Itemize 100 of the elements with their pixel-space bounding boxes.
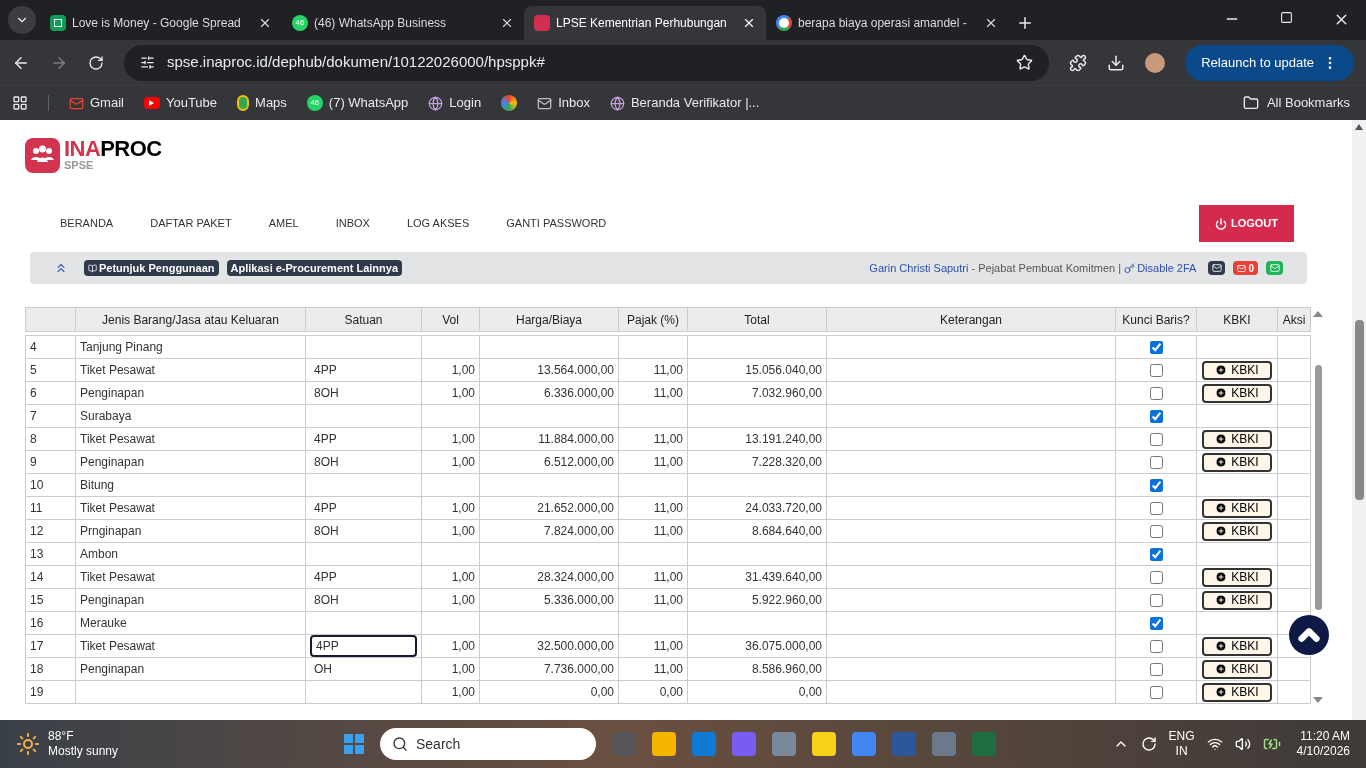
nav-link[interactable]: BERANDA [60,215,114,232]
table-cell: 1,00 [421,565,480,589]
close-icon[interactable] [500,16,514,30]
lock-row-checkbox[interactable] [1149,410,1163,424]
bookmark-item[interactable] [501,95,518,111]
bookmark-item[interactable]: Inbox [537,93,590,113]
bookmark-item[interactable]: Login [428,93,482,113]
back-to-top-button[interactable] [1289,615,1329,655]
region-text[interactable]: IN [1175,744,1188,759]
scroll-up-icon[interactable] [1355,124,1363,130]
mail-icon [1237,263,1247,273]
apps-badge[interactable]: Aplikasi e-Procurement Lainnya [226,259,402,277]
lock-row-checkbox[interactable] [1149,433,1163,447]
kbki-button[interactable]: KBKI [1202,682,1272,702]
nav-link[interactable]: AMEL [268,215,299,232]
lock-row-checkbox[interactable] [1149,479,1163,493]
kbki-button[interactable]: KBKI [1202,521,1272,541]
column-header: Vol [421,307,480,332]
taskbar-search-field[interactable]: Search [380,728,596,760]
extensions-icon[interactable] [1069,53,1088,72]
lock-row-checkbox[interactable] [1149,548,1163,562]
close-icon[interactable] [984,16,998,30]
clock-date[interactable]: 4/10/2026 [1296,744,1350,759]
bookmark-item[interactable]: 46 (7) WhatsApp [306,93,409,113]
close-icon[interactable] [258,16,272,30]
logout-button[interactable]: LOGOUT [1198,205,1294,242]
kbki-button[interactable]: KBKI [1202,636,1272,656]
lock-row-checkbox[interactable] [1149,364,1163,378]
nav-link[interactable]: GANTI PASSWORD [506,215,607,232]
reload-icon[interactable] [88,54,104,71]
lock-row-checkbox[interactable] [1149,341,1163,355]
disable-2fa-link[interactable]: Disable 2FA [1124,259,1197,277]
wifi-icon[interactable] [1206,736,1223,752]
column-header: Pajak (%) [618,307,688,332]
avatar-icon[interactable] [1145,52,1166,73]
clock-time[interactable]: 11:20 AM [1300,729,1350,744]
kbki-button[interactable]: KBKI [1202,360,1272,380]
browser-tab[interactable]: 46 (46) WhatsApp Business [282,6,524,40]
lock-row-checkbox[interactable] [1149,456,1163,470]
apps-icon[interactable] [12,95,28,111]
bookmark-item[interactable]: YouTube [143,93,218,113]
lock-row-checkbox[interactable] [1149,686,1163,700]
scroll-up-icon[interactable] [1313,311,1323,317]
lock-row-checkbox[interactable] [1149,617,1163,631]
nav-link[interactable]: INBOX [335,215,370,232]
user-role: - Pejabat Pembuat Komitmen | [970,260,1123,276]
table-cell: 11,00 [618,519,688,543]
address-bar[interactable]: spse.inaproc.id/dephub/dokumen/10122026000/hpsppk# [124,44,1050,81]
kbki-button[interactable]: KBKI [1202,567,1272,587]
browser-tab[interactable]: Love is Money - Google Spread [40,6,282,40]
pin-icon [237,95,250,111]
lock-row-checkbox[interactable] [1149,571,1163,585]
sync-icon[interactable] [1140,736,1157,752]
close-icon[interactable] [742,16,756,30]
download-icon[interactable] [1107,53,1126,72]
table-cell [618,404,688,428]
browser-tab[interactable]: berapa biaya operasi amandel - [766,6,1008,40]
mail-button[interactable] [1208,261,1226,275]
nav-link[interactable]: LOG AKSES [406,215,470,232]
tab-search-button[interactable] [8,6,36,34]
maximize-icon[interactable] [1280,11,1293,24]
new-tab-icon[interactable] [1016,14,1034,32]
table-cell-text: 4PP [313,500,338,517]
nav-link[interactable]: DAFTAR PAKET [150,215,232,232]
bookmark-star-icon[interactable] [1016,54,1034,71]
bookmark-item[interactable]: Maps [237,93,287,113]
language-text[interactable]: ENG [1168,729,1195,744]
guide-badge[interactable]: Petunjuk Penggunaan [84,259,219,277]
kbki-button[interactable]: KBKI [1202,383,1272,403]
collapse-icon[interactable] [54,261,68,275]
bookmark-item[interactable]: Gmail [69,93,124,113]
relaunch-button[interactable]: Relaunch to update [1185,44,1354,81]
volume-icon[interactable] [1234,736,1251,752]
lock-row-checkbox[interactable] [1149,640,1163,654]
table-cell: Prnginapan [75,519,306,543]
table-cell [618,473,688,497]
user-name-link[interactable]: Garin Christi Saputri [869,259,969,277]
lock-row-checkbox[interactable] [1149,387,1163,401]
kbki-button[interactable]: KBKI [1202,429,1272,449]
lock-row-checkbox[interactable] [1149,663,1163,677]
table-cell: 7.736.000,00 [479,657,619,681]
kbki-button[interactable]: KBKI [1202,498,1272,518]
unit-input[interactable]: 4PP [310,635,417,657]
kbki-button[interactable]: KBKI [1202,590,1272,610]
kbki-button[interactable]: KBKI [1202,659,1272,679]
weather-icon[interactable] [16,732,40,756]
scroll-down-icon[interactable] [1313,697,1323,703]
scrollbar-thumb[interactable] [1314,365,1322,610]
site-info-icon[interactable] [140,55,155,70]
lock-row-checkbox[interactable] [1149,502,1163,516]
scrollbar-thumb[interactable] [1354,320,1364,500]
lock-row-checkbox[interactable] [1149,525,1163,539]
bookmark-item[interactable]: Beranda Verifikator |... [609,93,760,113]
browser-tab[interactable]: LPSE Kementrian Perhubungan [524,6,766,40]
start-icon[interactable] [344,734,364,754]
all-bookmarks-item[interactable]: All Bookmarks [1242,93,1354,113]
lock-row-checkbox[interactable] [1149,594,1163,608]
power-icon [1214,217,1227,230]
kbki-button[interactable]: KBKI [1202,452,1272,472]
unread-mail-badge[interactable]: 0 [1233,261,1258,275]
